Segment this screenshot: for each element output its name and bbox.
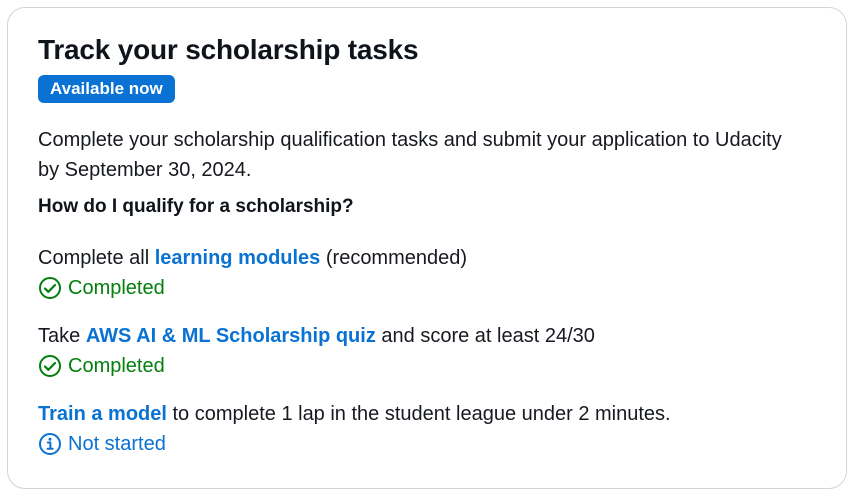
task-suffix: to complete 1 lap in the student league … (166, 403, 671, 425)
card-description: Complete your scholarship qualification … (38, 129, 782, 181)
task-text: Take AWS AI & ML Scholarship quiz and sc… (38, 321, 595, 351)
task-text: Complete all learning modules (recommend… (38, 243, 467, 273)
task-status-label: Not started (68, 433, 166, 455)
task-status: Not started (38, 429, 671, 459)
check-circle-icon (38, 276, 62, 300)
scholarship-tasks-card: Track your scholarship tasks Available n… (7, 7, 847, 489)
task-status-label: Completed (68, 277, 165, 299)
task-text: Train a model to complete 1 lap in the s… (38, 399, 671, 429)
task-learning-modules: Complete all learning modules (recommend… (38, 243, 467, 303)
card-title: Track your scholarship tasks (38, 34, 419, 65)
task-status-label: Completed (68, 355, 165, 377)
task-suffix: (recommended) (320, 247, 468, 269)
task-prefix: Complete all (38, 247, 155, 269)
info-circle-icon (38, 432, 62, 456)
check-circle-icon (38, 354, 62, 378)
task-train-model: Train a model to complete 1 lap in the s… (38, 399, 671, 459)
task-scholarship-quiz: Take AWS AI & ML Scholarship quiz and sc… (38, 321, 595, 381)
task-suffix: and score at least 24/30 (375, 325, 595, 347)
learning-modules-link[interactable]: learning modules (155, 247, 321, 269)
scholarship-quiz-link[interactable]: AWS AI & ML Scholarship quiz (86, 325, 376, 347)
train-model-link[interactable]: Train a model (38, 403, 167, 425)
task-prefix: Take (38, 325, 86, 347)
task-status: Completed (38, 351, 595, 381)
availability-badge: Available now (38, 75, 175, 103)
qualify-question-heading: How do I qualify for a scholarship? (38, 196, 354, 217)
task-status: Completed (38, 273, 467, 303)
